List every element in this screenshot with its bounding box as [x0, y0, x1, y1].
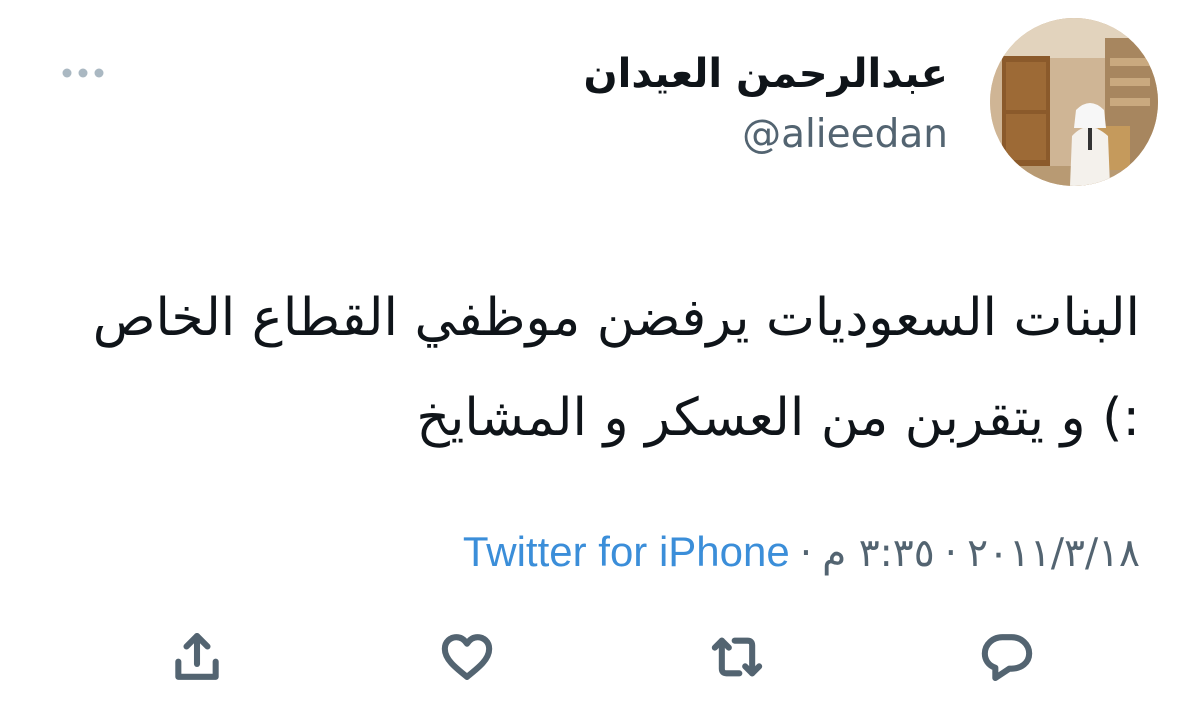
tweet-text: البنات السعوديات يرفضن موظفي القطاع الخا… — [92, 288, 1140, 448]
more-dots-icon — [62, 68, 104, 78]
share-icon — [175, 632, 219, 680]
tweet-metadata: ٢٠١١/٣/١٨·٣:٣٥ م·Twitter for iPhone — [463, 522, 1140, 582]
tweet-source-link[interactable]: Twitter for iPhone — [463, 528, 790, 575]
meta-separator: · — [799, 531, 813, 576]
heart-icon — [441, 634, 493, 680]
retweet-icon — [711, 637, 763, 677]
like-button[interactable] — [432, 622, 502, 692]
retweet-button[interactable] — [702, 622, 772, 692]
author-handle[interactable]: @alieedan — [742, 110, 948, 160]
meta-separator: · — [944, 531, 958, 576]
share-button[interactable] — [162, 622, 232, 692]
avatar-photo — [990, 18, 1158, 186]
tweet-time: ٣:٣٥ م — [822, 531, 935, 576]
reply-icon — [981, 634, 1033, 682]
more-options-button[interactable] — [58, 56, 108, 90]
avatar[interactable] — [990, 18, 1158, 186]
tweet-date: ٢٠١١/٣/١٨ — [967, 531, 1140, 576]
reply-button[interactable] — [972, 622, 1042, 692]
author-display-name[interactable]: عبدالرحمن العيدان — [583, 42, 948, 106]
